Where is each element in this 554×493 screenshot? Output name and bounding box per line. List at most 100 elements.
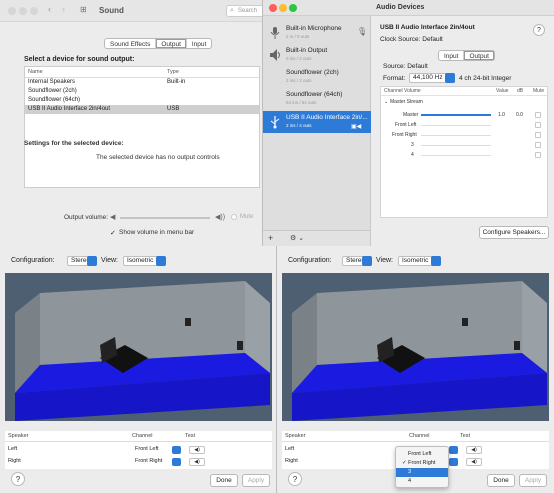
channel-name: 4 xyxy=(411,152,414,158)
channel-slider[interactable] xyxy=(421,125,491,126)
minimize-button[interactable] xyxy=(19,7,27,15)
device-io: 0 ins / 2 outs xyxy=(286,56,312,61)
channel-slider[interactable] xyxy=(421,155,491,156)
speaker-3d-view[interactable] xyxy=(5,273,272,421)
audio-titlebar: Audio Devices xyxy=(263,0,554,16)
tab-input[interactable]: Input xyxy=(187,39,211,48)
output-device-table: Name Type Internal Speakers Built-in Sou… xyxy=(24,66,260,188)
table-row: Right Front Right ◀) xyxy=(5,456,272,467)
channel-value[interactable]: Front Right xyxy=(135,456,162,467)
usb-icon xyxy=(270,116,280,129)
device-item-builtin-mic[interactable]: Built-in Microphone 2 in / 0 outs 🎙 xyxy=(263,22,371,44)
device-item-builtin-output[interactable]: Built-in Output 0 ins / 2 outs xyxy=(263,44,371,66)
window-title: Sound xyxy=(99,6,124,15)
test-button[interactable]: ◀) xyxy=(466,446,482,454)
col-value: Value xyxy=(496,88,509,94)
output-volume-slider[interactable] xyxy=(120,217,210,219)
mute-checkbox[interactable] xyxy=(535,142,541,148)
help-button[interactable]: ? xyxy=(288,472,302,486)
table-row: Left Front Left ◀) xyxy=(5,444,272,455)
close-button[interactable] xyxy=(8,7,16,15)
device-title: USB II Audio Interface 2in/4out xyxy=(380,24,475,31)
configure-speakers-button[interactable]: Configure Speakers... xyxy=(479,226,549,239)
device-item-soundflower-64ch[interactable]: Soundflower (64ch) 64 ins / 64 outs xyxy=(263,88,371,110)
device-name: Internal Speakers xyxy=(28,79,76,85)
source-label: Source: Default xyxy=(383,63,428,70)
device-item-usb-interface[interactable]: USB II Audio Interface 2in/... 2 ins / 4… xyxy=(263,111,371,133)
disclosure-icon: ⌄ xyxy=(384,99,389,105)
menu-item-front-left[interactable]: Front Left xyxy=(396,450,448,459)
help-button[interactable]: ? xyxy=(11,472,25,486)
mute-checkbox[interactable] xyxy=(535,112,541,118)
minimize-button[interactable] xyxy=(279,4,287,12)
help-button[interactable]: ? xyxy=(533,24,545,36)
device-io: 2 in / 0 outs xyxy=(286,34,310,39)
master-stream-row[interactable]: ⌄ Master Stream xyxy=(381,98,547,107)
close-button[interactable] xyxy=(269,4,277,12)
column-type[interactable]: Type xyxy=(167,67,259,77)
table-row-selected[interactable]: USB II Audio Interface 2in/4out USB xyxy=(25,105,259,114)
speaker-right-icon xyxy=(514,341,520,350)
mute-checkbox[interactable] xyxy=(231,214,237,220)
col-speaker: Speaker xyxy=(285,433,306,439)
tab-output[interactable]: Output xyxy=(464,51,494,60)
channel-value[interactable]: Front Left xyxy=(135,444,159,455)
mute-checkbox[interactable] xyxy=(535,122,541,128)
table-row[interactable]: Internal Speakers Built-in xyxy=(25,78,259,87)
show-volume-checkbox[interactable]: ✓ xyxy=(110,229,116,237)
done-button[interactable]: Done xyxy=(487,474,515,487)
col-speaker: Speaker xyxy=(8,433,29,439)
menu-item-front-right[interactable]: ✓ Front Right xyxy=(396,459,448,468)
grid-icon[interactable]: ⊞ xyxy=(80,5,87,14)
channel-popup-arrow[interactable] xyxy=(449,446,458,454)
view-popup[interactable]: Isometric xyxy=(123,256,166,266)
speaker-3d-view[interactable] xyxy=(282,273,549,421)
test-button[interactable]: ◀) xyxy=(189,446,205,454)
zoom-button[interactable] xyxy=(289,4,297,12)
device-type: Built-in xyxy=(167,79,186,85)
channel-name: Master xyxy=(403,112,419,118)
channel-popup-arrow[interactable] xyxy=(449,458,458,466)
gear-menu-button[interactable]: ⚙ ⌄ xyxy=(290,234,304,242)
device-type: USB xyxy=(167,106,180,112)
col-channel: Channel xyxy=(132,433,153,439)
col-test: Test xyxy=(185,433,196,439)
search-placeholder: Search xyxy=(238,8,258,14)
apply-button[interactable]: Apply xyxy=(519,474,547,487)
master-volume-slider[interactable] xyxy=(421,114,491,116)
mute-checkbox[interactable] xyxy=(535,152,541,158)
format-label: Format: xyxy=(383,75,406,82)
settings-heading: Settings for the selected device: xyxy=(24,140,124,147)
add-device-button[interactable]: + xyxy=(268,233,273,243)
format-rate-popup[interactable]: 44,100 Hz xyxy=(409,73,455,83)
tab-input[interactable]: Input xyxy=(439,51,465,60)
tab-output[interactable]: Output xyxy=(156,39,187,48)
channel-slider[interactable] xyxy=(421,145,491,146)
format-detail: 4 ch 24-bit Integer xyxy=(459,75,512,82)
channel-popup-arrow[interactable] xyxy=(172,458,181,466)
tab-sound-effects[interactable]: Sound Effects xyxy=(105,39,157,48)
channel-row: 4 xyxy=(381,151,547,160)
forward-icon[interactable]: › xyxy=(62,4,65,14)
configuration-popup[interactable]: Stereo xyxy=(67,256,97,266)
done-button[interactable]: Done xyxy=(210,474,238,487)
table-row[interactable]: Soundflower (2ch) xyxy=(25,87,259,96)
back-wall xyxy=(40,281,245,365)
test-button[interactable]: ◀) xyxy=(466,458,482,466)
device-item-soundflower-2ch[interactable]: Soundflower (2ch) 2 ins / 2 outs xyxy=(263,66,371,88)
apply-button[interactable]: Apply xyxy=(242,474,270,487)
channel-slider[interactable] xyxy=(421,135,491,136)
table-header: Name Type xyxy=(25,67,259,78)
column-name[interactable]: Name xyxy=(25,67,167,77)
menu-item-4[interactable]: 4 xyxy=(396,477,448,486)
channel-row: Front Left xyxy=(381,121,547,130)
mute-checkbox[interactable] xyxy=(535,132,541,138)
channel-popup-arrow[interactable] xyxy=(172,446,181,454)
view-popup[interactable]: Isometric xyxy=(398,256,441,266)
zoom-button[interactable] xyxy=(30,7,38,15)
menu-item-3[interactable]: 3 xyxy=(396,468,448,477)
configuration-popup[interactable]: Stereo xyxy=(342,256,372,266)
table-row[interactable]: Soundflower (64ch) xyxy=(25,96,259,105)
test-button[interactable]: ◀) xyxy=(189,458,205,466)
back-icon[interactable]: ‹ xyxy=(48,4,51,14)
